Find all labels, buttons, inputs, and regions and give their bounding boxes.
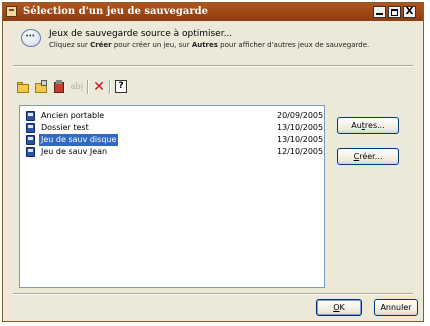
set-name: Dossier test <box>41 123 89 132</box>
list-item[interactable]: Ancien portable 20/09/2005 <box>24 110 324 122</box>
set-date: 12/10/2005 <box>277 147 324 156</box>
open-folder-icon[interactable] <box>15 79 31 95</box>
hint-text: pour créer un jeu, sur <box>111 41 192 49</box>
backup-set-icon <box>26 111 35 121</box>
create-set-button[interactable]: Créer... <box>337 148 399 165</box>
speech-bubble-icon <box>21 29 41 47</box>
hint-text: pour afficher d'autres jeux de sauvegard… <box>217 41 370 49</box>
header-title: Jeux de sauvegarde source à optimiser... <box>49 29 233 39</box>
backup-set-icon <box>26 147 35 157</box>
window-title: Sélection d'un jeu de sauvegarde <box>23 6 208 17</box>
set-name: Ancien portable <box>41 111 105 120</box>
button-label: Au <box>351 121 362 130</box>
folder-properties-icon[interactable] <box>33 79 49 95</box>
other-sets-button[interactable]: Autres... <box>337 117 399 134</box>
backup-set-icon <box>26 135 35 145</box>
set-date: 13/10/2005 <box>277 123 324 132</box>
close-button[interactable]: X <box>403 6 416 18</box>
list-item[interactable]: Dossier test 13/10/2005 <box>24 122 324 134</box>
maximize-button[interactable] <box>388 6 401 18</box>
app-icon <box>6 6 17 17</box>
backup-set-icon <box>26 123 35 133</box>
list-item-selected[interactable]: Jeu de sauv disque 13/10/2005 <box>24 134 324 146</box>
set-date: 20/09/2005 <box>277 111 324 120</box>
list-item[interactable]: Jeu de sauv Jean 12/10/2005 <box>24 146 324 158</box>
header-divider <box>13 65 413 67</box>
set-name: Jeu de sauv disque <box>39 134 119 146</box>
hint-other-keyword: Autres <box>191 41 218 49</box>
set-date: 13/10/2005 <box>277 135 324 144</box>
cancel-button[interactable]: Annuler <box>374 299 418 316</box>
minimize-button[interactable] <box>373 6 386 18</box>
button-label: res... <box>364 121 385 130</box>
delete-icon[interactable]: ✕ <box>91 79 107 95</box>
title-bar[interactable]: Sélection d'un jeu de sauvegarde X <box>3 3 423 21</box>
header-hint: Cliquez sur Créer pour créer un jeu, sur… <box>49 41 369 49</box>
footer-divider <box>13 293 413 295</box>
backup-set-list[interactable]: Ancien portable 20/09/2005 Dossier test … <box>19 105 325 288</box>
set-name: Jeu de sauv Jean <box>41 147 108 156</box>
optimize-tool-icon[interactable] <box>51 79 67 95</box>
ok-button[interactable]: OK <box>316 299 362 316</box>
button-label: réer... <box>359 152 383 161</box>
button-label: K <box>339 303 345 312</box>
backup-set-dialog: Sélection d'un jeu de sauvegarde X Jeux … <box>2 2 424 322</box>
toolbar-divider <box>87 80 89 94</box>
rename-icon[interactable]: ab| <box>69 79 85 95</box>
hint-create-keyword: Créer <box>90 41 112 49</box>
toolbar: ab| ✕ <box>15 79 315 97</box>
help-icon[interactable] <box>113 79 129 95</box>
toolbar-divider <box>109 80 111 94</box>
hint-text: Cliquez sur <box>49 41 91 49</box>
